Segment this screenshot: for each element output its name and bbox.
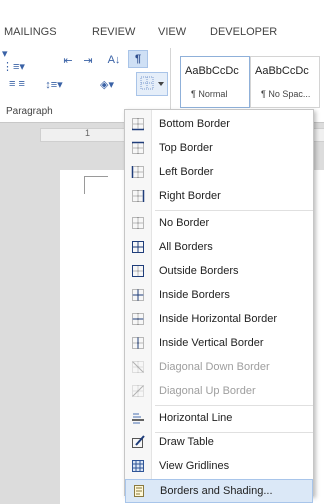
menu-separator <box>155 210 313 211</box>
menu-item-label: Inside Vertical Border <box>159 337 264 349</box>
menu-item-outside-borders[interactable]: Outside Borders <box>125 260 313 284</box>
menu-item-inside-vertical-border[interactable]: Inside Vertical Border <box>125 332 313 356</box>
shading-icon[interactable]: ◈▾ <box>94 76 120 92</box>
menu-item-label: No Border <box>159 217 210 229</box>
decrease-indent-icon[interactable]: ⇤ <box>60 52 76 68</box>
menu-item-draw-table[interactable]: Draw Table <box>125 431 313 455</box>
increase-indent-icon[interactable]: ⇥ <box>80 52 96 68</box>
draw-table-icon <box>131 435 145 449</box>
menu-item-label: View Gridlines <box>159 460 230 472</box>
group-separator <box>170 48 171 118</box>
inside-vertical-border-icon <box>131 336 145 350</box>
tab-review[interactable]: REVIEW <box>92 26 135 38</box>
all-borders-icon <box>131 240 145 254</box>
inside-horizontal-border-icon <box>131 312 145 326</box>
menu-item-label: Diagonal Up Border <box>159 385 256 397</box>
menu-item-label: Inside Horizontal Border <box>159 313 278 325</box>
line-spacing-icon[interactable]: ↕≡▾ <box>42 76 66 92</box>
sort-icon[interactable]: A↓ <box>106 52 122 68</box>
borders-dropdown-menu: Bottom Border Top Border Left Border Right … <box>124 109 314 503</box>
menu-item-view-gridlines[interactable]: View Gridlines <box>125 455 313 479</box>
menu-item-label: Left Border <box>159 166 214 178</box>
top-border-icon <box>131 141 145 155</box>
menu-item-left-border[interactable]: Left Border <box>125 161 313 185</box>
menu-item-label: All Borders <box>159 241 213 253</box>
style-sample: AaBbCcDc <box>255 65 309 77</box>
menu-item-label: Horizontal Line <box>159 412 233 424</box>
borders-button[interactable] <box>136 72 168 96</box>
style-name: ¶ Normal <box>191 89 228 99</box>
menu-item-label: Borders and Shading... <box>160 485 273 497</box>
view-gridlines-icon <box>131 459 145 473</box>
menu-item-inside-borders[interactable]: Inside Borders <box>125 284 313 308</box>
right-border-icon <box>131 189 145 203</box>
justify-icon[interactable]: ≡ ≡ <box>2 76 32 92</box>
menu-item-all-borders[interactable]: All Borders <box>125 236 313 260</box>
style-no-spacing[interactable]: AaBbCcDc ¶ No Spac... <box>250 56 320 108</box>
menu-item-borders-and-shading[interactable]: Borders and Shading... <box>125 479 313 503</box>
borders-and-shading-icon <box>132 484 146 498</box>
menu-item-label: Inside Borders <box>159 289 230 301</box>
no-border-icon <box>131 216 145 230</box>
menu-item-inside-horizontal-border[interactable]: Inside Horizontal Border <box>125 308 313 332</box>
menu-item-label: Outside Borders <box>159 265 239 277</box>
menu-item-right-border[interactable]: Right Border <box>125 185 313 209</box>
ribbon-tab-bar: MAILINGS REVIEW VIEW DEVELOPER <box>0 0 324 44</box>
multilevel-list-icon[interactable]: ▾ ⋮≡▾ <box>2 48 30 73</box>
tab-developer[interactable]: DEVELOPER <box>210 26 277 38</box>
style-name: ¶ No Spac... <box>261 89 311 99</box>
paragraph-group-label: Paragraph <box>6 106 53 117</box>
menu-item-diagonal-up-border: Diagonal Up Border <box>125 380 313 404</box>
menu-item-no-border[interactable]: No Border <box>125 212 313 236</box>
ruler-number: 1 <box>85 128 91 138</box>
margin-corner-mark <box>84 176 85 194</box>
menu-item-label: Diagonal Down Border <box>159 361 270 373</box>
menu-item-diagonal-down-border: Diagonal Down Border <box>125 356 313 380</box>
margin-corner-mark <box>84 176 108 177</box>
horizontal-line-icon <box>131 411 145 425</box>
menu-item-label: Draw Table <box>159 436 214 448</box>
outside-borders-icon <box>131 264 145 278</box>
diagonal-down-border-icon <box>131 360 145 374</box>
menu-separator <box>155 405 313 406</box>
left-border-icon <box>131 165 145 179</box>
diagonal-up-border-icon <box>131 384 145 398</box>
menu-item-horizontal-line[interactable]: Horizontal Line <box>125 407 313 431</box>
tab-mailings[interactable]: MAILINGS <box>4 26 57 38</box>
borders-dropdown-icon <box>140 76 164 90</box>
menu-item-label: Top Border <box>159 142 213 154</box>
show-formatting-marks-icon[interactable]: ¶ <box>128 50 148 68</box>
menu-item-label: Right Border <box>159 190 221 202</box>
menu-item-label: Bottom Border <box>159 118 230 130</box>
menu-item-bottom-border[interactable]: Bottom Border <box>125 113 313 137</box>
style-sample: AaBbCcDc <box>185 65 239 77</box>
inside-borders-icon <box>131 288 145 302</box>
bottom-border-icon <box>131 117 145 131</box>
menu-item-top-border[interactable]: Top Border <box>125 137 313 161</box>
style-normal[interactable]: AaBbCcDc ¶ Normal <box>180 56 250 108</box>
tab-view[interactable]: VIEW <box>158 26 186 38</box>
